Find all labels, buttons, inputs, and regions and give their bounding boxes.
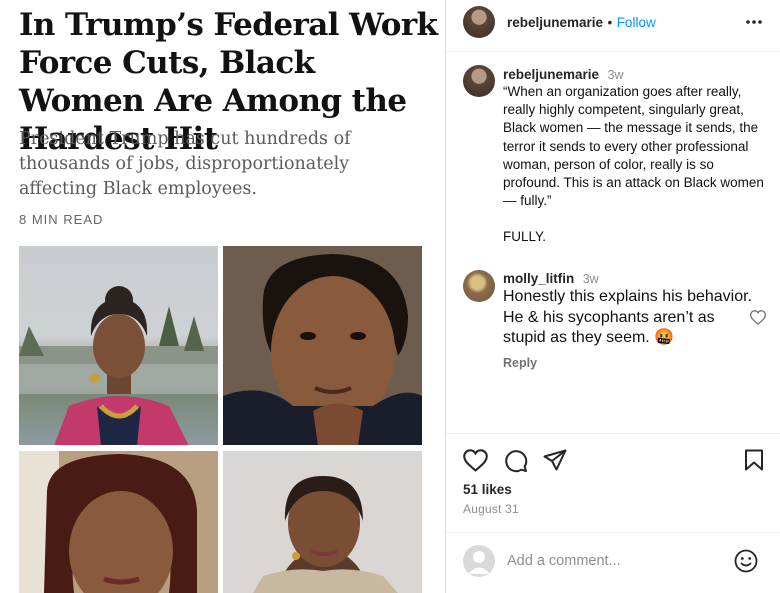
owner-username[interactable]: rebeljunemarie	[507, 15, 603, 30]
photo-woman-hair-back	[223, 451, 422, 593]
more-options-icon[interactable]	[745, 13, 763, 31]
comment-icon[interactable]	[504, 449, 528, 473]
comment-meta: molly_litfin 3w	[503, 270, 599, 288]
caption-avatar[interactable]	[463, 65, 495, 97]
comment-timestamp[interactable]: 3w	[583, 272, 599, 286]
emoji-icon[interactable]	[734, 549, 758, 573]
action-bar-divider	[446, 433, 780, 434]
photo-woman-red-hair	[19, 451, 218, 593]
comment-username[interactable]: molly_litfin	[503, 271, 574, 286]
like-comment-heart-icon[interactable]	[750, 310, 766, 325]
caption-body: “When an organization goes after really,…	[503, 83, 773, 265]
post-date[interactable]: August 31	[463, 502, 519, 516]
caption-username[interactable]: rebeljunemarie	[503, 67, 599, 82]
post-header-info: rebeljunemarie • Follow	[507, 14, 656, 32]
owner-avatar[interactable]	[463, 6, 495, 38]
instagram-post-panel: rebeljunemarie • Follow rebeljunemarie 3…	[445, 0, 780, 593]
caption-paragraph-2: FULLY.	[503, 229, 547, 245]
comment-body: Honestly this explains his behavior. He …	[503, 287, 753, 349]
likes-count[interactable]: 51 likes	[463, 482, 512, 497]
article-read-time: 8 MIN READ	[19, 212, 104, 227]
article-image: In Trump’s Federal Work Force Cuts, Blac…	[0, 0, 445, 593]
caption-timestamp[interactable]: 3w	[608, 68, 624, 82]
article-subhead: President Trump has cut hundreds of thou…	[19, 129, 351, 199]
angry-emoji: 🤬	[654, 329, 675, 346]
bookmark-icon[interactable]	[744, 449, 764, 471]
commenter-avatar[interactable]	[463, 270, 495, 302]
heart-icon[interactable]	[463, 449, 488, 472]
photo-woman-pink-jacket	[19, 246, 218, 445]
photo-woman-closeup	[223, 246, 422, 445]
add-comment-input[interactable]: Add a comment...	[507, 553, 621, 569]
comment-text: Honestly this explains his behavior. He …	[503, 288, 753, 346]
caption-paragraph-1: “When an organization goes after really,…	[503, 84, 764, 209]
reply-button[interactable]: Reply	[503, 356, 537, 370]
current-user-avatar	[463, 545, 495, 577]
caption-meta: rebeljunemarie 3w	[503, 66, 623, 84]
follow-button[interactable]: Follow	[617, 15, 656, 30]
separator-dot: •	[607, 15, 613, 30]
share-icon[interactable]	[543, 449, 567, 471]
